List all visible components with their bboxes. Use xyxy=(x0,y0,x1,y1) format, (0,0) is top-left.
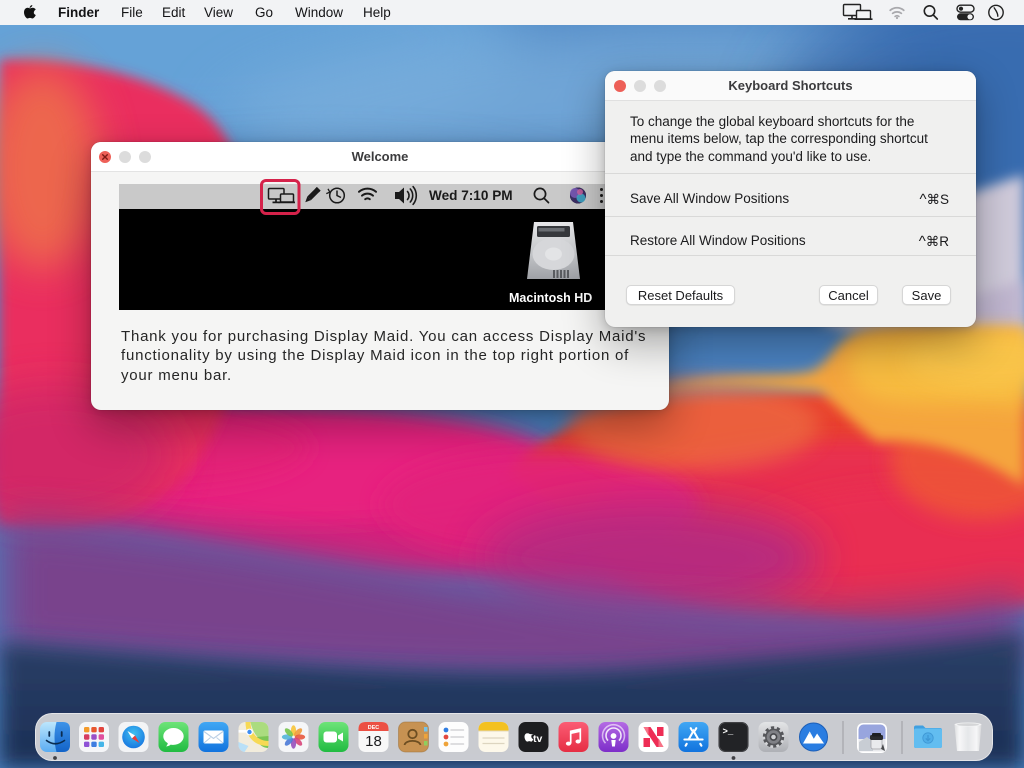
svg-text:DEC: DEC xyxy=(368,725,379,731)
svg-text:18: 18 xyxy=(365,733,382,750)
svg-text:>_: >_ xyxy=(723,727,734,737)
svg-text:tv: tv xyxy=(533,733,542,745)
svg-text:Macintosh HD: Macintosh HD xyxy=(509,291,592,305)
svg-text:Wed 7:10 PM: Wed 7:10 PM xyxy=(429,188,513,203)
